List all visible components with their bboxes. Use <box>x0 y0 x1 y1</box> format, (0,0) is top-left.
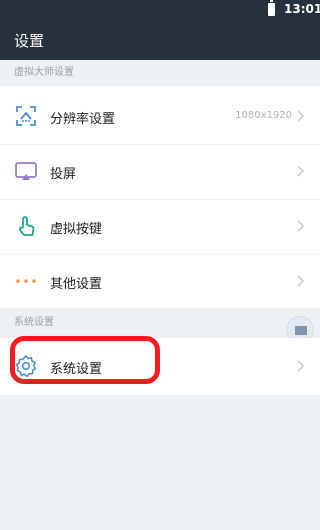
status-time: 13:01 <box>284 2 320 16</box>
book-icon <box>295 326 307 336</box>
battery-full-icon <box>268 0 275 16</box>
settings-item-label: 其他设置 <box>50 277 103 292</box>
resolution-value: 1080x1920 <box>235 110 292 121</box>
settings-item-resolution[interactable]: 分辨率设置 1080x1920 <box>0 89 320 144</box>
resolution-icon <box>14 104 38 128</box>
settings-item-other[interactable]: 其他设置 <box>0 254 320 309</box>
chevron-right-icon <box>296 108 306 122</box>
screencast-icon <box>14 159 38 183</box>
chevron-right-icon <box>296 163 306 177</box>
touch-key-icon <box>14 214 38 238</box>
settings-item-label: 虚拟按键 <box>50 222 103 237</box>
chevron-right-icon <box>296 358 306 372</box>
settings-item-label: 投屏 <box>50 167 77 182</box>
section-header-virtual-master: 虚拟大师设置 <box>0 60 320 86</box>
chevron-right-icon <box>296 218 306 232</box>
highlight-annotation <box>10 336 160 384</box>
page-title: 设置 <box>14 32 45 50</box>
section-header-system: 系统设置 <box>0 308 320 338</box>
settings-item-virtual-keys[interactable]: 虚拟按键 <box>0 199 320 254</box>
settings-item-screencast[interactable]: 投屏 <box>0 144 320 199</box>
more-dots-icon <box>14 269 38 293</box>
status-bar: 13:01 <box>0 0 320 20</box>
app-bar: 设置 <box>0 20 320 60</box>
settings-item-label: 分辨率设置 <box>50 112 116 127</box>
chevron-right-icon <box>296 273 306 287</box>
settings-list-virtual-master: 分辨率设置 1080x1920 投屏 虚拟按键 其他设置 <box>0 86 320 308</box>
